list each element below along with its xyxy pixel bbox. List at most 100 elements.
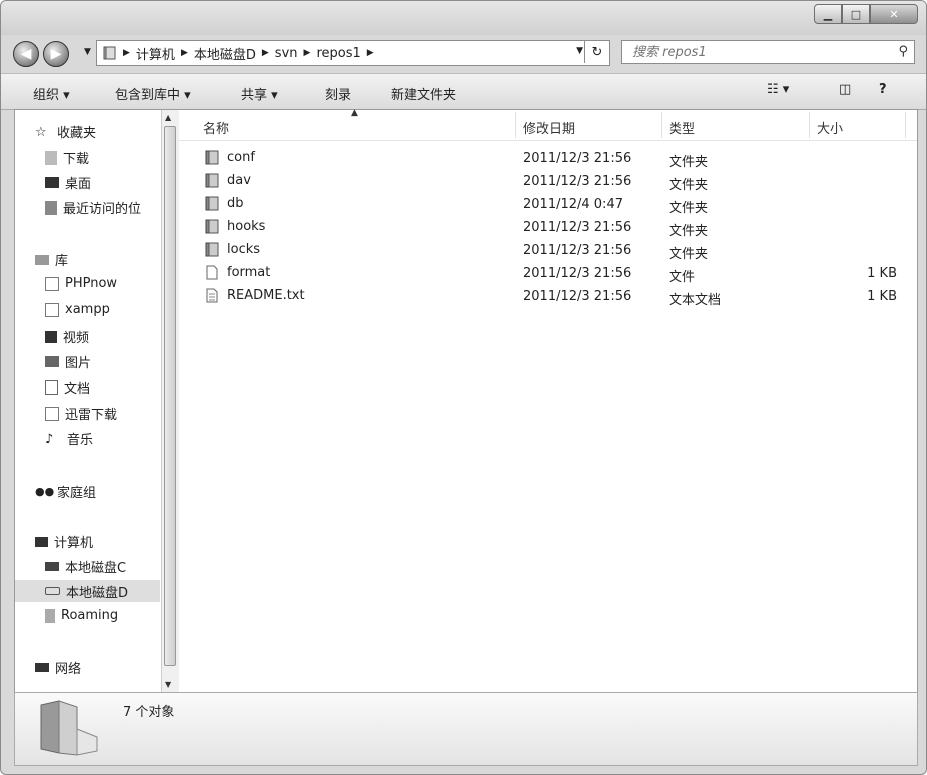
nav-computer[interactable]: 计算机 xyxy=(35,532,93,551)
scroll-up-icon[interactable]: ▲ xyxy=(165,113,171,122)
column-type[interactable]: 类型 xyxy=(669,118,695,137)
file-date: 2011/12/3 21:56 xyxy=(523,220,632,235)
back-button[interactable]: ◀ xyxy=(13,41,39,67)
nav-label: 桌面 xyxy=(65,177,92,192)
nav-downloads[interactable]: 下载 xyxy=(45,148,89,167)
burn-button[interactable]: 刻录 xyxy=(325,84,351,103)
search-box[interactable]: ⚲ xyxy=(621,40,915,64)
nav-documents[interactable]: 文档 xyxy=(45,378,90,397)
nav-xunlei-downloads[interactable]: 迅雷下载 xyxy=(45,404,117,423)
title-bar: ▁ □ ✕ xyxy=(1,1,926,35)
column-divider[interactable] xyxy=(905,112,906,138)
nav-phpnow[interactable]: PHPnow xyxy=(45,276,117,291)
help-icon[interactable]: ? xyxy=(879,82,887,97)
column-size[interactable]: 大小 xyxy=(817,118,843,137)
view-options-icon[interactable]: ☷ ▾ xyxy=(767,82,789,97)
folder-icon xyxy=(45,608,55,623)
table-row[interactable]: locks 2011/12/3 21:56 文件夹 xyxy=(179,240,917,262)
recent-pages-dropdown[interactable]: ▼ xyxy=(84,47,91,57)
library-icon xyxy=(35,254,49,265)
forward-arrow-icon: ▶ xyxy=(50,46,62,62)
breadcrumb-disk-d[interactable]: 本地磁盘D xyxy=(190,44,260,63)
column-divider[interactable] xyxy=(515,112,516,138)
nav-music[interactable]: ♪ 音乐 xyxy=(45,429,93,449)
system-drive-icon xyxy=(45,562,59,571)
table-row[interactable]: format 2011/12/3 21:56 文件 1 KB xyxy=(179,263,917,285)
nav-label: PHPnow xyxy=(65,276,118,291)
file-date: 2011/12/3 21:56 xyxy=(523,174,632,189)
file-type: 文件夹 xyxy=(669,155,709,170)
file-size: 1 KB xyxy=(867,266,897,281)
file-type: 文件夹 xyxy=(669,224,709,239)
preview-pane-icon[interactable]: ◫ xyxy=(839,82,851,97)
table-row[interactable]: dav 2011/12/3 21:56 文件夹 xyxy=(179,171,917,193)
search-input[interactable] xyxy=(630,43,884,61)
navigation-row: ◀ ▶ ▼ ▶ 计算机 ▶ 本地磁盘D ▶ svn ▶ repos1 ▶ ▼ ↻… xyxy=(1,37,926,69)
nav-xampp[interactable]: xampp xyxy=(45,302,110,317)
file-list: 名称 ▲ 修改日期 类型 大小 conf 2011/12/3 21:56 文件夹… xyxy=(179,108,917,692)
nav-pictures[interactable]: 图片 xyxy=(45,352,91,371)
nav-local-disk-c[interactable]: 本地磁盘C xyxy=(45,557,126,576)
organize-button[interactable]: 组织 ▾ xyxy=(33,84,70,103)
content-area: ☆ 收藏夹 下载 桌面 最近访问的位 库 PHPnow xampp 视频 图片 文… xyxy=(14,108,918,693)
column-divider[interactable] xyxy=(809,112,810,138)
file-name: hooks xyxy=(227,219,266,234)
nav-network[interactable]: 网络 xyxy=(35,658,81,677)
nav-recent-places[interactable]: 最近访问的位 xyxy=(45,198,141,217)
file-date: 2011/12/4 0:47 xyxy=(523,197,623,212)
new-folder-button[interactable]: 新建文件夹 xyxy=(391,84,456,103)
chevron-right-icon: ▶ xyxy=(180,48,188,58)
table-row[interactable]: hooks 2011/12/3 21:56 文件夹 xyxy=(179,217,917,239)
search-icon[interactable]: ⚲ xyxy=(898,44,908,59)
nav-label: 下载 xyxy=(63,152,90,167)
minimize-button[interactable]: ▁ xyxy=(814,4,842,24)
address-dropdown-icon[interactable]: ▼ xyxy=(576,46,583,56)
nav-homegroup[interactable]: ●● 家庭组 xyxy=(35,482,97,502)
forward-button[interactable]: ▶ xyxy=(43,41,69,67)
table-row[interactable]: db 2011/12/4 0:47 文件夹 xyxy=(179,194,917,216)
maximize-icon: □ xyxy=(850,7,862,21)
breadcrumb-svn[interactable]: svn xyxy=(271,46,302,61)
address-bar[interactable]: ▶ 计算机 ▶ 本地磁盘D ▶ svn ▶ repos1 ▶ ▼ ↻ xyxy=(96,40,610,66)
column-name[interactable]: 名称 xyxy=(203,118,229,137)
maximize-button[interactable]: □ xyxy=(842,4,870,24)
recent-places-icon xyxy=(45,200,57,215)
desktop-icon xyxy=(45,177,59,188)
nav-roaming[interactable]: Roaming xyxy=(45,608,118,623)
file-date: 2011/12/3 21:56 xyxy=(523,266,632,281)
include-in-library-button[interactable]: 包含到库中 ▾ xyxy=(115,84,191,103)
network-icon xyxy=(35,663,49,672)
column-divider[interactable] xyxy=(661,112,662,138)
library-folder-icon xyxy=(45,276,59,291)
chevron-right-icon: ▶ xyxy=(303,48,311,58)
refresh-icon[interactable]: ↻ xyxy=(584,41,609,63)
downloads-folder-icon xyxy=(45,150,57,165)
nav-desktop[interactable]: 桌面 xyxy=(45,173,91,192)
homegroup-icon: ●● xyxy=(35,484,55,498)
video-icon xyxy=(45,330,57,343)
document-icon xyxy=(45,380,58,395)
nav-videos[interactable]: 视频 xyxy=(45,327,89,346)
navigation-scrollbar[interactable]: ▲ ▼ xyxy=(161,110,179,692)
column-date[interactable]: 修改日期 xyxy=(523,118,575,137)
table-row[interactable]: conf 2011/12/3 21:56 文件夹 xyxy=(179,148,917,170)
share-button[interactable]: 共享 ▾ xyxy=(241,84,278,103)
file-type: 文件 xyxy=(669,270,696,285)
chevron-right-icon: ▶ xyxy=(261,48,269,58)
breadcrumb-repos1[interactable]: repos1 xyxy=(312,46,364,61)
column-headers: 名称 ▲ 修改日期 类型 大小 xyxy=(179,108,917,141)
nav-libraries[interactable]: 库 xyxy=(35,250,68,269)
scroll-down-icon[interactable]: ▼ xyxy=(165,680,171,689)
breadcrumb-computer[interactable]: 计算机 xyxy=(132,44,179,63)
table-row[interactable]: README.txt 2011/12/3 21:56 文本文档 1 KB xyxy=(179,286,917,308)
nav-label: 本地磁盘C xyxy=(65,561,127,576)
window-controls: ▁ □ ✕ xyxy=(814,4,918,24)
nav-favorites[interactable]: ☆ 收藏夹 xyxy=(35,122,96,142)
chevron-right-icon: ▶ xyxy=(366,48,374,58)
close-button[interactable]: ✕ xyxy=(870,4,918,24)
nav-local-disk-d[interactable]: 本地磁盘D xyxy=(15,580,160,602)
file-size: 1 KB xyxy=(867,289,897,304)
sort-ascending-icon: ▲ xyxy=(351,108,358,118)
scroll-thumb[interactable] xyxy=(164,126,176,666)
nav-label: 家庭组 xyxy=(57,486,97,501)
